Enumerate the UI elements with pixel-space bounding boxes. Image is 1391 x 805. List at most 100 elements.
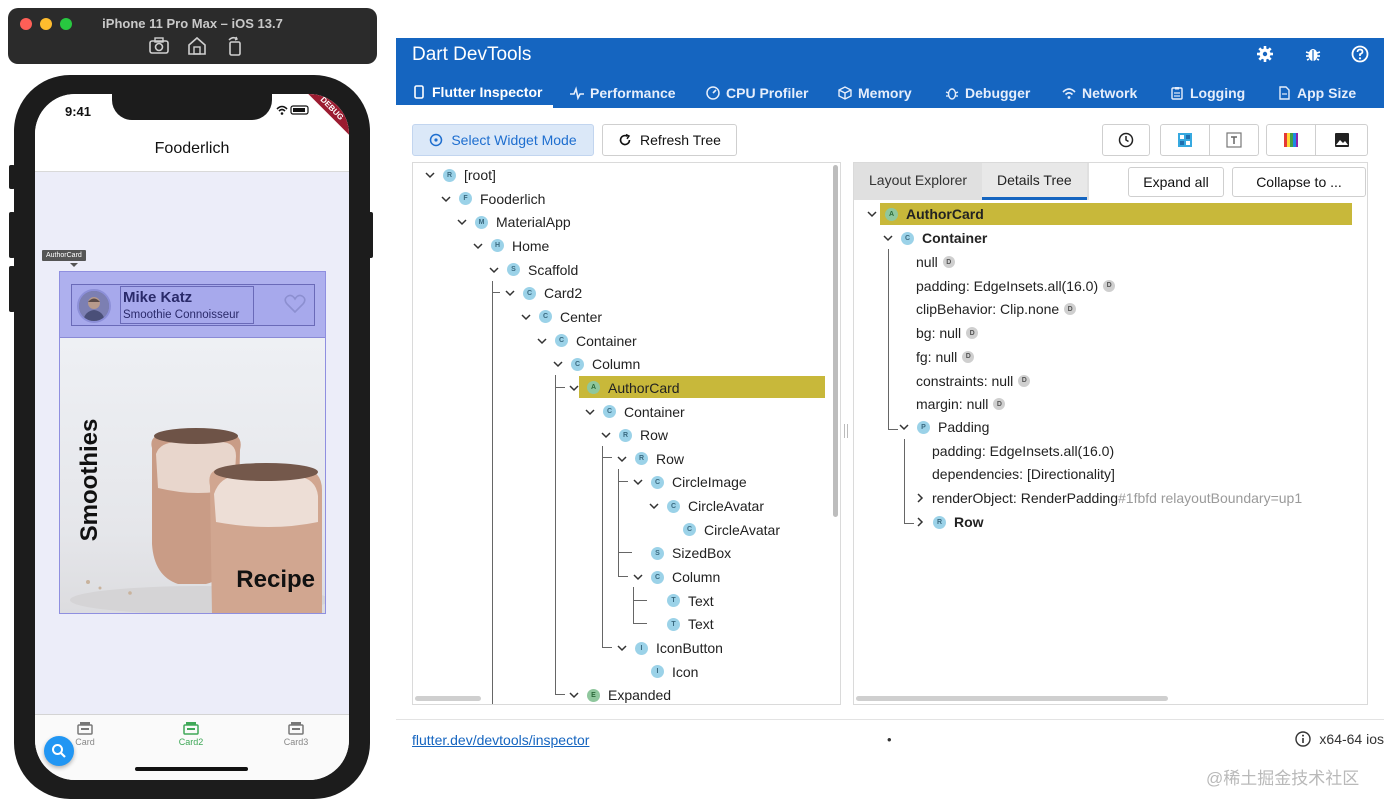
refresh-tree-button[interactable]: Refresh Tree (602, 124, 737, 156)
chevron-down-icon[interactable] (535, 334, 549, 348)
nav-item-card3[interactable]: Card3 (266, 721, 326, 747)
devtools-title: Dart DevTools (412, 44, 532, 65)
details-prop: null D (916, 251, 955, 273)
image-icon[interactable] (1315, 124, 1368, 156)
chevron-down-icon[interactable] (583, 405, 597, 419)
chevron-down-icon[interactable] (615, 641, 629, 655)
chevron-down-icon[interactable] (471, 239, 485, 253)
tree-vertical-scrollbar[interactable] (833, 165, 838, 517)
details-node-container[interactable]: C Container (882, 227, 987, 249)
details-prop-text: clipBehavior: Clip.none (916, 301, 1060, 318)
text-baseline-icon[interactable] (1209, 124, 1259, 156)
chevron-down-icon[interactable] (423, 168, 437, 182)
tree-node[interactable]: A AuthorCard (567, 377, 680, 399)
chevron-down-icon[interactable] (567, 381, 581, 395)
tree-node[interactable]: C CircleAvatar (647, 495, 764, 517)
settings-icon[interactable] (1256, 45, 1274, 63)
spacer (631, 546, 645, 560)
collapse-to-button[interactable]: Collapse to ... (1232, 167, 1366, 197)
tree-node[interactable]: F Fooderlich (439, 188, 545, 210)
chevron-down-icon[interactable] (487, 263, 501, 277)
search-fab[interactable] (44, 736, 74, 766)
chevron-down-icon[interactable] (567, 688, 581, 702)
tree-node[interactable]: C Center (519, 306, 602, 328)
tree-node[interactable]: R Row (615, 448, 684, 470)
tree-node[interactable]: M MaterialApp (455, 211, 571, 233)
home-icon[interactable] (186, 36, 210, 58)
tree-horizontal-scrollbar[interactable] (415, 696, 481, 701)
tree-node[interactable]: R Row (599, 424, 668, 446)
tree-node[interactable]: I IconButton (615, 637, 723, 659)
details-node-authorcard[interactable]: A AuthorCard (866, 203, 984, 225)
layout-grid-icon[interactable] (1160, 124, 1210, 156)
details-node-padding[interactable]: P Padding (898, 416, 989, 438)
tree-node[interactable]: I Icon (631, 661, 698, 683)
details-render-object[interactable]: renderObject: RenderPadding #1fbfd relayo… (914, 487, 1302, 509)
chevron-down-icon[interactable] (503, 286, 517, 300)
chevron-down-icon[interactable] (599, 428, 613, 442)
details-prop: padding: EdgeInsets.all(16.0) (932, 443, 1115, 459)
heart-icon[interactable] (284, 294, 306, 314)
tree-node[interactable]: C CircleImage (631, 471, 747, 493)
color-bars-icon[interactable] (1266, 124, 1316, 156)
tree-node[interactable]: E Expanded (567, 684, 672, 704)
tab-logging[interactable]: Logging (1154, 78, 1245, 108)
tab-memory[interactable]: Memory (822, 78, 912, 108)
screenshot-icon[interactable] (148, 36, 172, 58)
tree-node[interactable]: C Container (583, 401, 685, 423)
chevron-down-icon[interactable] (519, 310, 533, 324)
widget-type-badge: S (651, 546, 664, 560)
watermark: @稀土掘金技术社区 (1206, 769, 1360, 788)
details-node-row[interactable]: R Row (914, 511, 984, 533)
widget-type-badge: C (539, 310, 552, 324)
widget-tree-panel[interactable]: R [root] F Fooderlich M MaterialApp H Home S Scaf… (412, 162, 841, 705)
simulator-titlebar: iPhone 11 Pro Max – iOS 13.7 (8, 8, 377, 64)
tree-node[interactable]: T Text (647, 613, 714, 635)
chevron-down-icon[interactable] (439, 192, 453, 206)
tab-cpu-profiler[interactable]: CPU Profiler (690, 78, 808, 108)
help-icon[interactable] (1351, 45, 1369, 63)
chevron-down-icon[interactable] (631, 570, 645, 584)
chevron-down-icon[interactable] (631, 475, 645, 489)
tree-node[interactable]: H Home (471, 235, 549, 257)
tab-flutter-inspector[interactable]: Flutter Inspector (396, 78, 553, 108)
tree-node[interactable]: C Card2 (503, 282, 582, 304)
tab-label: Logging (1190, 85, 1246, 101)
tree-node[interactable]: S SizedBox (631, 542, 731, 564)
inspector-docs-link[interactable]: flutter.dev/devtools/inspector (412, 732, 589, 748)
details-horizontal-scrollbar[interactable] (856, 696, 1168, 701)
details-prop-text: fg: null (916, 348, 958, 365)
expand-all-button[interactable]: Expand all (1128, 167, 1224, 197)
author-card[interactable]: Mike Katz Smoothie Connoisseur Smoothies… (59, 271, 326, 614)
tree-node-label: Text (688, 592, 714, 609)
tab-network[interactable]: Network (1046, 78, 1137, 108)
panel-splitter[interactable] (844, 424, 848, 438)
rotate-icon[interactable] (224, 36, 248, 58)
tab-layout-explorer[interactable]: Layout Explorer (854, 163, 982, 200)
tab-performance[interactable]: Performance (554, 78, 676, 108)
chevron-down-icon[interactable] (455, 215, 469, 229)
tab-label: Flutter Inspector (432, 83, 543, 100)
tab-debugger[interactable]: Debugger (929, 78, 1030, 108)
tree-node[interactable]: T Text (647, 590, 714, 612)
refresh-icon (619, 133, 631, 146)
bug-icon[interactable] (1304, 45, 1322, 63)
chevron-down-icon[interactable] (647, 499, 661, 513)
history-icon[interactable] (1102, 124, 1150, 156)
chevron-down-icon[interactable] (615, 452, 629, 466)
select-widget-mode-button[interactable]: Select Widget Mode (412, 124, 594, 156)
tree-node[interactable]: R [root] (423, 164, 496, 186)
nav-item-card2[interactable]: Card2 (161, 721, 221, 747)
tree-guide (618, 469, 619, 576)
tab-details-tree[interactable]: Details Tree (982, 163, 1087, 200)
tree-node[interactable]: C CircleAvatar (663, 519, 780, 541)
tree-node[interactable]: C Container (535, 330, 637, 352)
details-guide (904, 523, 914, 524)
tree-node[interactable]: S Scaffold (487, 259, 578, 281)
card-icon (183, 721, 199, 735)
tree-node[interactable]: C Column (551, 353, 640, 375)
tree-node-label: Expanded (608, 687, 672, 704)
tab-app-size[interactable]: App Size (1261, 78, 1356, 108)
tree-node[interactable]: C Column (631, 566, 720, 588)
chevron-down-icon[interactable] (551, 357, 565, 371)
